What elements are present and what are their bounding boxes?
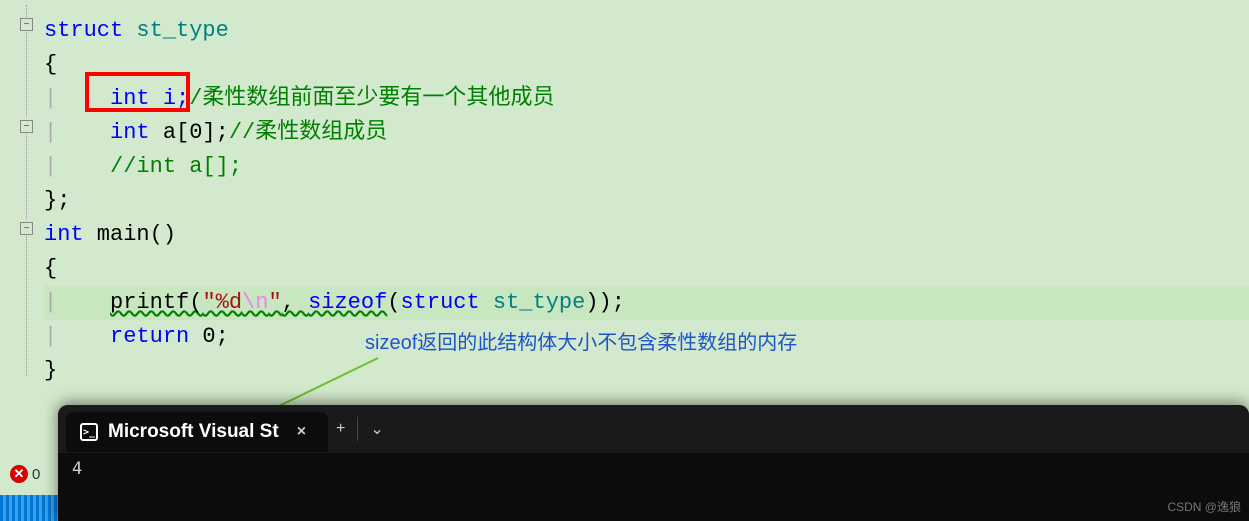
code-line: | return 0;	[44, 320, 229, 354]
code-area[interactable]: struct st_type { | int i;/柔性数组前面至少要有一个其他…	[44, 0, 1249, 442]
terminal-output: 4	[58, 453, 1249, 485]
fold-line	[26, 236, 27, 376]
format-string: "%d	[202, 290, 242, 315]
comment: //int a[];	[110, 154, 242, 179]
comment: //柔性数组成员	[229, 120, 387, 145]
code-line: int main()	[44, 218, 176, 252]
code-editor[interactable]: − − − struct st_type { | int i;/柔性数组前面至少…	[0, 0, 1249, 405]
keyword-return: return	[110, 324, 189, 349]
fold-line	[26, 134, 27, 219]
output-value: 4	[72, 459, 82, 479]
paren: (	[387, 290, 400, 315]
printf-call: printf(	[110, 290, 202, 315]
separator	[357, 417, 358, 441]
comment: /柔性数组前面至少要有一个其他成员	[189, 86, 554, 111]
decl-flex-array: a[0];	[150, 120, 229, 145]
watermark: CSDN @逸狼	[1167, 498, 1241, 515]
close-icon[interactable]: ×	[289, 419, 314, 445]
code-line: | int a[0];//柔性数组成员	[44, 116, 387, 150]
highlight-box	[85, 72, 190, 112]
fold-line	[26, 5, 27, 17]
status-bar-strip	[0, 495, 58, 521]
code-line: | printf("%d\n", sizeof(struct st_type))…	[44, 286, 625, 320]
code-line: }	[44, 354, 57, 388]
keyword-struct: struct	[44, 18, 123, 43]
return-value: 0;	[189, 324, 229, 349]
terminal-window[interactable]: >_ Microsoft Visual St × + ⌄ 4	[58, 405, 1249, 521]
tab-dropdown-button[interactable]: ⌄	[362, 415, 391, 443]
string-end: "	[268, 290, 281, 315]
fold-button[interactable]: −	[20, 18, 33, 31]
brace-close: };	[44, 188, 70, 213]
new-tab-button[interactable]: +	[328, 416, 353, 442]
fold-line	[26, 32, 27, 117]
brace-open: {	[44, 256, 57, 281]
terminal-tab-title: Microsoft Visual St	[108, 421, 279, 443]
fold-button[interactable]: −	[20, 222, 33, 235]
error-count: 0	[32, 466, 40, 483]
keyword-sizeof: sizeof	[308, 290, 387, 315]
comma: ,	[282, 290, 308, 315]
error-badge[interactable]: ✕ 0	[10, 465, 40, 483]
code-line: struct st_type	[44, 14, 229, 48]
annotation-text: sizeof返回的此结构体大小不包含柔性数组的内存	[365, 326, 797, 360]
code-line: {	[44, 48, 57, 82]
brace-open: {	[44, 52, 57, 77]
keyword-int: int	[110, 120, 150, 145]
type-name: st_type	[123, 18, 229, 43]
gutter: − − −	[0, 0, 40, 405]
main-decl: main()	[84, 222, 176, 247]
escape-seq: \n	[242, 290, 268, 315]
terminal-icon: >_	[80, 423, 98, 441]
paren-close: ));	[585, 290, 625, 315]
type-name: st_type	[480, 290, 586, 315]
code-line: | //int a[];	[44, 150, 242, 184]
brace-close: }	[44, 358, 57, 383]
code-line: };	[44, 184, 70, 218]
code-line: {	[44, 252, 57, 286]
terminal-tab-bar: >_ Microsoft Visual St × + ⌄	[58, 405, 1249, 453]
fold-button[interactable]: −	[20, 120, 33, 133]
keyword-struct: struct	[400, 290, 479, 315]
error-icon: ✕	[10, 465, 28, 483]
keyword-int: int	[44, 222, 84, 247]
terminal-tab[interactable]: >_ Microsoft Visual St ×	[66, 412, 328, 452]
